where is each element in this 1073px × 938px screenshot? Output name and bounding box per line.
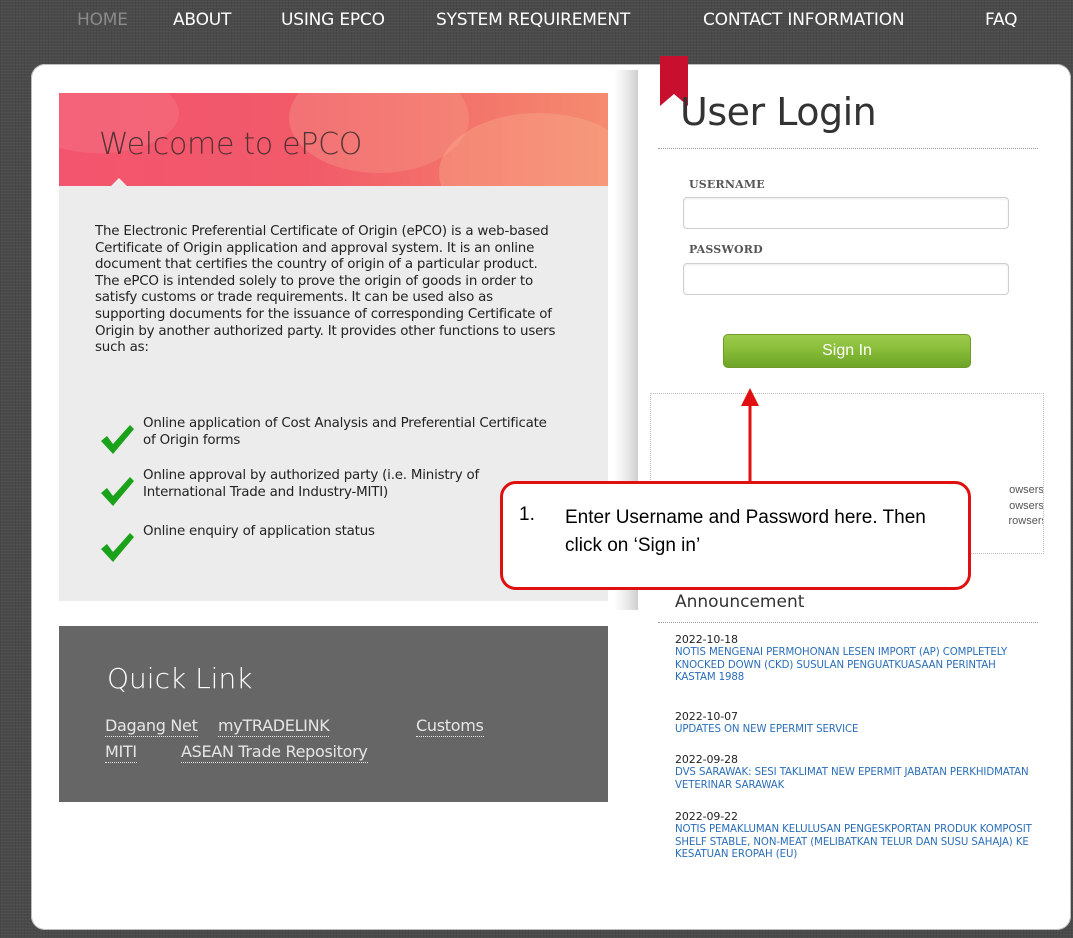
nav-about[interactable]: ABOUT [173, 10, 231, 30]
feature-item: Online application of Cost Analysis and … [95, 416, 565, 456]
nav-system-requirement[interactable]: SYSTEM REQUIREMENT [436, 10, 630, 30]
announcement-link[interactable]: DVS SARAWAK: SESI TAKLIMAT NEW EPERMIT J… [675, 767, 1035, 792]
feature-item: Online approval by authorized party (i.e… [95, 468, 565, 508]
sign-in-button[interactable]: Sign In [723, 334, 971, 368]
feature-text: Online application of Cost Analysis and … [143, 416, 547, 448]
top-navigation: HOME ABOUT USING EPCO SYSTEM REQUIREMENT… [0, 0, 1073, 44]
check-icon [101, 425, 134, 454]
login-title: User Login [680, 90, 877, 134]
quicklink-customs[interactable]: Customs [416, 716, 484, 737]
callout-text: Enter Username and Password here. Then c… [565, 507, 926, 556]
quicklink-panel: Quick Link Dagang Net myTRADELINK Custom… [59, 626, 608, 802]
nav-faq[interactable]: FAQ [985, 10, 1018, 30]
nav-using-epco[interactable]: USING EPCO [281, 10, 385, 30]
password-input[interactable] [683, 263, 1009, 295]
banner-notch [110, 178, 128, 186]
welcome-title: Welcome to ePCO [99, 127, 363, 162]
arrow-up-icon [741, 388, 759, 482]
nav-home[interactable]: HOME [77, 10, 128, 30]
announcement-title: Announcement [675, 592, 805, 612]
quicklink-title: Quick Link [107, 662, 253, 695]
welcome-paragraph: The Electronic Preferential Certificate … [95, 224, 556, 356]
announcement-link[interactable]: UPDATES ON NEW EPERMIT SERVICE [675, 724, 1035, 737]
divider [658, 148, 1038, 149]
welcome-banner: Welcome to ePCO [59, 93, 608, 186]
quicklink-mytradelink[interactable]: myTRADELINK [218, 716, 330, 737]
nav-contact-information[interactable]: CONTACT INFORMATION [703, 10, 905, 30]
callout-step-number: 1. [519, 504, 535, 525]
check-icon [101, 477, 134, 506]
announcement-link[interactable]: NOTIS PEMAKLUMAN KELULUSAN PENGESKPORTAN… [675, 824, 1035, 862]
feature-item: Online enquiry of application status [95, 524, 565, 564]
instruction-callout: 1. Enter Username and Password here. The… [500, 481, 971, 590]
username-label: USERNAME [689, 178, 765, 191]
announcement-date: 2022-09-22 [675, 810, 738, 823]
quicklink-dagang-net[interactable]: Dagang Net [105, 716, 198, 737]
browser-note-line: owsers, [1009, 500, 1044, 512]
divider [658, 622, 1038, 623]
announcement-date: 2022-10-18 [675, 633, 738, 646]
announcement-date: 2022-10-07 [675, 710, 738, 723]
quicklink-asean-trade-repository[interactable]: ASEAN Trade Repository [181, 742, 368, 763]
password-label: PASSWORD [689, 243, 763, 256]
username-input[interactable] [683, 197, 1009, 229]
announcement-date: 2022-09-28 [675, 753, 738, 766]
browser-note-line: owsers. [1009, 484, 1044, 496]
check-icon [101, 533, 134, 562]
quicklink-miti[interactable]: MITI [105, 742, 137, 763]
browser-note-line: rowsers [1008, 515, 1044, 527]
announcement-link[interactable]: NOTIS MENGENAI PERMOHONAN LESEN IMPORT (… [675, 647, 1035, 685]
